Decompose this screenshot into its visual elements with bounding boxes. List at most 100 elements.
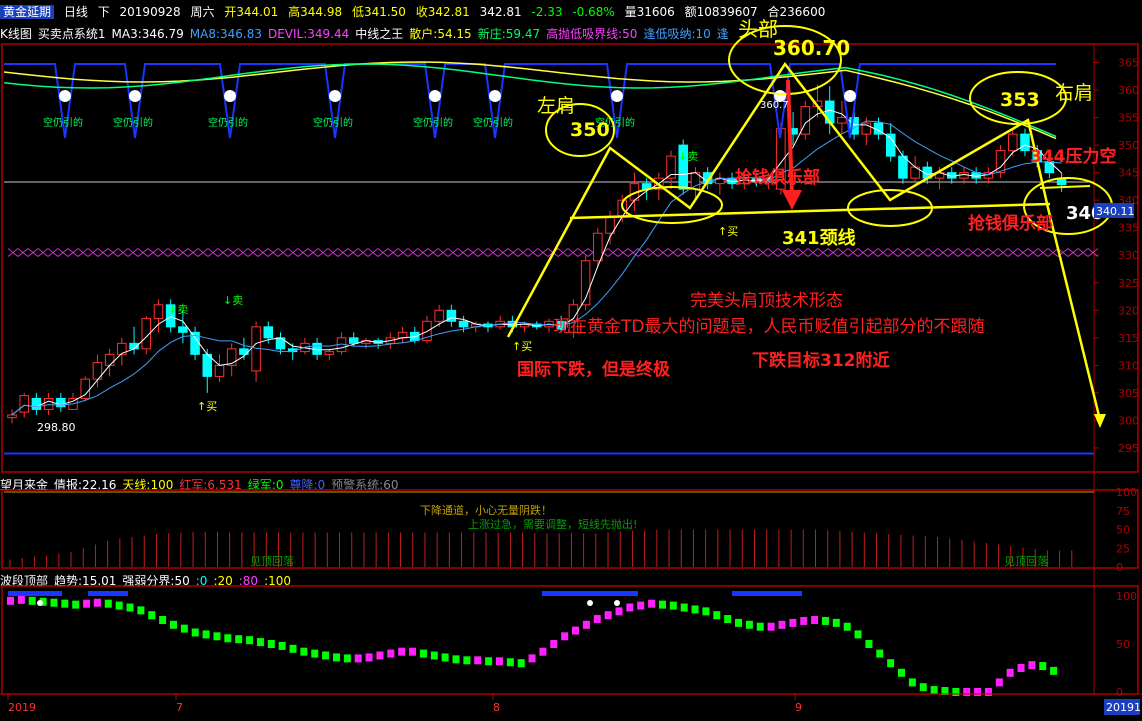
y-tick-label: 320 bbox=[1118, 304, 1139, 317]
label-problem: 现在黄金TD最大的问题是，人民币贬值引起部分的不跟随 bbox=[553, 317, 984, 337]
x-band-mark bbox=[117, 248, 129, 257]
x-band-mark bbox=[207, 248, 219, 257]
p3-mark bbox=[821, 616, 829, 625]
x-band-mark bbox=[967, 248, 979, 257]
p3-mark bbox=[680, 603, 688, 612]
new-dealer-line bbox=[3, 63, 1057, 138]
x-band-mark bbox=[137, 248, 149, 257]
smiley-icon bbox=[611, 90, 623, 102]
x-band-mark bbox=[317, 248, 329, 257]
empty-label: 空仍引的 bbox=[473, 116, 513, 129]
p3-mark bbox=[1017, 664, 1025, 672]
p3-y-tick: 0 bbox=[1116, 686, 1123, 699]
x-band-mark bbox=[67, 248, 79, 257]
x-band-mark bbox=[97, 248, 109, 257]
p3-mark bbox=[789, 618, 797, 627]
x-band-mark bbox=[437, 248, 449, 257]
p2-note-peak: 见顶回落 bbox=[250, 555, 294, 568]
p3-mark bbox=[854, 630, 862, 639]
p3-mark bbox=[213, 632, 221, 641]
p3-top-dot bbox=[37, 600, 43, 606]
x-band-mark bbox=[517, 248, 529, 257]
panel3-frame bbox=[1, 585, 1139, 695]
x-band-mark bbox=[1077, 248, 1089, 257]
x-band-mark bbox=[787, 248, 799, 257]
x-band-mark bbox=[147, 248, 159, 257]
candle-body bbox=[593, 232, 603, 262]
p3-mark bbox=[615, 607, 623, 616]
x-band-mark bbox=[497, 248, 509, 257]
candle-body bbox=[7, 414, 17, 419]
p3-mark bbox=[409, 647, 417, 656]
blue-v-band bbox=[4, 63, 1056, 139]
x-band-mark bbox=[577, 248, 589, 257]
y-tick-label: 365 bbox=[1118, 57, 1139, 70]
x-band-mark bbox=[447, 248, 459, 257]
p3-blue-segment bbox=[88, 591, 128, 596]
label-pressure: 344压力空 bbox=[1030, 146, 1117, 167]
x-band-mark bbox=[77, 248, 89, 257]
x-tick-label: 8 bbox=[493, 701, 500, 714]
p3-mark bbox=[669, 601, 677, 610]
p3-mark bbox=[691, 605, 699, 614]
candle-body bbox=[348, 337, 359, 344]
empty-label: 空仍引的 bbox=[43, 116, 83, 129]
p3-mark bbox=[756, 622, 764, 631]
p3-mark bbox=[278, 641, 286, 650]
p2-y-tick: 25 bbox=[1116, 542, 1130, 555]
p3-mark bbox=[713, 611, 721, 620]
x-band-mark bbox=[397, 248, 409, 257]
x-band-mark bbox=[887, 248, 899, 257]
x-band-mark bbox=[537, 248, 549, 257]
p2-y-tick: 100 bbox=[1116, 486, 1137, 499]
p3-mark bbox=[876, 649, 884, 658]
x-band-mark bbox=[857, 248, 869, 257]
p3-mark bbox=[115, 601, 123, 610]
x-band-mark bbox=[977, 248, 989, 257]
p3-mark bbox=[626, 603, 634, 612]
x-band-mark bbox=[697, 248, 709, 257]
y-tick-label: 295 bbox=[1118, 442, 1139, 455]
candle-body bbox=[324, 351, 335, 355]
x-band-mark bbox=[527, 248, 539, 257]
p3-mark bbox=[832, 618, 840, 627]
x-band-mark bbox=[837, 248, 849, 257]
x-band-mark bbox=[37, 248, 49, 257]
x-band-mark bbox=[157, 248, 169, 257]
smiley-icon bbox=[489, 90, 501, 102]
x-band-mark bbox=[937, 248, 949, 257]
p3-mark bbox=[387, 649, 395, 658]
p3-mark bbox=[93, 598, 101, 607]
p3-mark bbox=[148, 611, 156, 620]
x-band-mark bbox=[1027, 248, 1039, 257]
y-tick-label: 330 bbox=[1118, 249, 1139, 262]
x-band-mark bbox=[257, 248, 269, 257]
x-tag-label: 20191 bbox=[1106, 701, 1141, 714]
x-band-mark bbox=[27, 248, 39, 257]
p3-mark bbox=[1028, 661, 1036, 670]
target-arrow-head bbox=[1094, 414, 1106, 428]
label-right-shoulder: 右肩 bbox=[1055, 82, 1093, 104]
smiley-icon bbox=[59, 90, 71, 102]
chart-canvas[interactable]: 2953003053103153203253303353403453503553… bbox=[0, 0, 1142, 721]
x-band-mark bbox=[427, 248, 439, 257]
label-club-1: 抢钱俱乐部 bbox=[735, 167, 820, 188]
buy-signal: ↑买 bbox=[718, 225, 738, 238]
label-target: 下跌目标312附近 bbox=[752, 350, 890, 371]
x-band-mark bbox=[297, 248, 309, 257]
p2-note-peak: 见顶回落 bbox=[1004, 555, 1048, 568]
x-band-mark bbox=[917, 248, 929, 257]
x-band-mark bbox=[657, 248, 669, 257]
annotation-ellipse bbox=[621, 186, 723, 224]
sell-signal: ↓卖 bbox=[678, 150, 698, 163]
x-band-mark bbox=[387, 248, 399, 257]
p3-mark bbox=[224, 634, 232, 643]
x-band-mark bbox=[377, 248, 389, 257]
x-band-mark bbox=[607, 248, 619, 257]
y-tick-label: 305 bbox=[1118, 387, 1139, 400]
x-band-mark bbox=[307, 248, 319, 257]
p3-mark bbox=[430, 651, 438, 660]
candle-body bbox=[31, 397, 42, 410]
candle-body bbox=[214, 364, 225, 377]
x-band-mark bbox=[167, 248, 179, 257]
